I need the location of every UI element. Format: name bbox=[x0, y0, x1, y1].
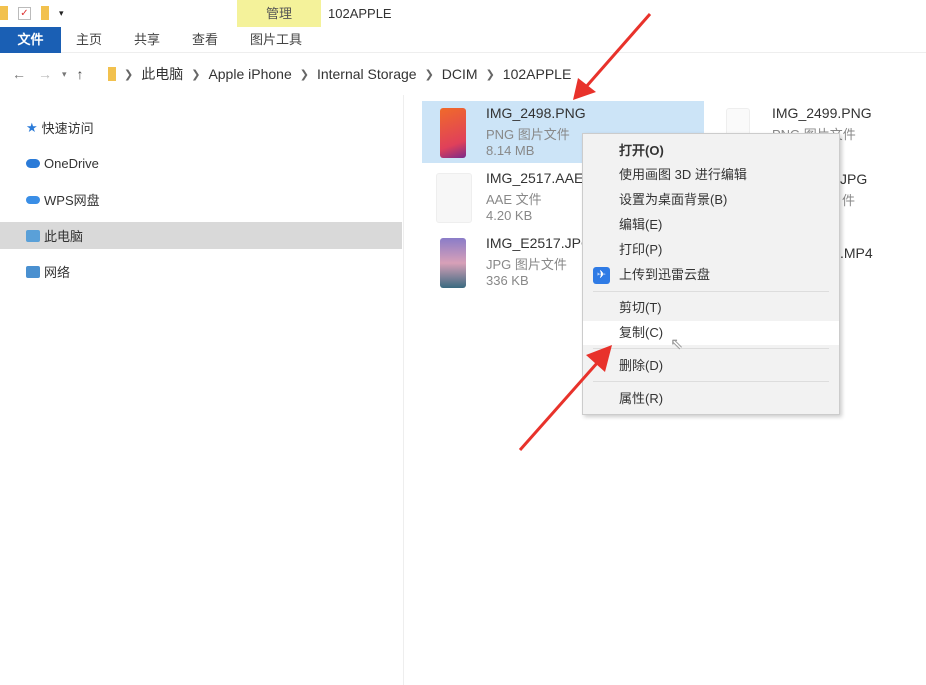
partial-file-name[interactable]: .MP4 bbox=[840, 245, 873, 261]
recent-dropdown-icon[interactable]: ▾ bbox=[62, 69, 67, 80]
folder-icon[interactable] bbox=[0, 6, 8, 20]
menu-item-open[interactable]: 打开(O) bbox=[583, 139, 839, 163]
file-size: 4.20 KB bbox=[486, 208, 533, 223]
tab-file[interactable]: 文件 bbox=[0, 27, 61, 53]
menu-item-copy[interactable]: 复制(C) bbox=[583, 321, 839, 345]
crumb-102apple[interactable]: 102APPLE bbox=[503, 66, 572, 82]
mouse-cursor-icon: ⇖ bbox=[670, 336, 684, 353]
sidebar-item-quick-access[interactable]: ★ 快速访问 bbox=[0, 114, 402, 141]
tab-picture-tools[interactable]: 图片工具 bbox=[250, 27, 302, 53]
menu-item-upload-xunlei[interactable]: ✈ 上传到迅雷云盘 bbox=[583, 263, 839, 287]
sidebar-item-this-pc[interactable]: 此电脑 bbox=[0, 222, 402, 249]
crumb-dcim[interactable]: DCIM bbox=[442, 66, 478, 82]
chevron-right-icon: ❯ bbox=[191, 68, 201, 81]
file-size: 8.14 MB bbox=[486, 143, 535, 158]
file-name: IMG_2498.PNG bbox=[486, 105, 586, 121]
file-name: IMG_E2517.JPG bbox=[486, 235, 592, 251]
chevron-right-icon: ❯ bbox=[485, 68, 495, 81]
image-thumbnail bbox=[440, 238, 466, 288]
chevron-right-icon: ❯ bbox=[299, 68, 309, 81]
tab-share[interactable]: 共享 bbox=[134, 27, 160, 53]
new-folder-icon[interactable] bbox=[41, 6, 49, 20]
crumb-internal-storage[interactable]: Internal Storage bbox=[317, 66, 417, 82]
pane-divider[interactable] bbox=[403, 95, 404, 685]
file-name: IMG_2499.PNG bbox=[772, 105, 872, 121]
quick-access-toolbar: ✓ ▾ bbox=[0, 4, 64, 22]
file-size: 336 KB bbox=[486, 273, 529, 288]
sidebar-item-label: 网络 bbox=[44, 265, 71, 280]
cloud-icon bbox=[26, 159, 40, 168]
forward-icon[interactable]: → bbox=[38, 66, 52, 82]
file-type: AAE 文件 bbox=[486, 192, 542, 207]
sidebar-item-wps[interactable]: WPS网盘 bbox=[0, 186, 402, 213]
star-icon: ★ bbox=[26, 119, 38, 135]
menu-item-set-wallpaper[interactable]: 设置为桌面背景(B) bbox=[583, 188, 839, 212]
ribbon-tabs: 文件 主页 共享 查看 图片工具 bbox=[0, 27, 926, 53]
file-type: JPG 图片文件 bbox=[486, 257, 567, 272]
window-title: 102APPLE bbox=[328, 6, 392, 21]
menu-item-edit-paint3d[interactable]: 使用画图 3D 进行编辑 bbox=[583, 163, 839, 187]
back-icon[interactable]: ← bbox=[12, 66, 26, 82]
crumb-apple-iphone[interactable]: Apple iPhone bbox=[208, 66, 291, 82]
chevron-right-icon: ❯ bbox=[124, 68, 134, 81]
address-bar: ← → ▾ ↑ ❯ 此电脑 ❯ Apple iPhone ❯ Internal … bbox=[0, 60, 926, 88]
sidebar-item-onedrive[interactable]: OneDrive bbox=[0, 150, 402, 177]
up-icon[interactable]: ↑ bbox=[77, 66, 84, 82]
manage-context-tab[interactable]: 管理 bbox=[237, 0, 321, 27]
menu-separator bbox=[593, 381, 829, 382]
sidebar-item-label: 此电脑 bbox=[44, 229, 84, 244]
file-type: PNG 图片文件 bbox=[486, 127, 570, 142]
menu-item-edit[interactable]: 编辑(E) bbox=[583, 213, 839, 237]
menu-item-properties[interactable]: 属性(R) bbox=[583, 387, 839, 411]
sidebar-item-label: WPS网盘 bbox=[44, 193, 100, 208]
properties-icon[interactable]: ✓ bbox=[18, 6, 31, 20]
sidebar-item-label: 快速访问 bbox=[41, 121, 94, 136]
chevron-right-icon: ❯ bbox=[424, 68, 434, 81]
menu-separator bbox=[593, 348, 829, 349]
network-icon bbox=[26, 265, 40, 278]
partial-file-name[interactable]: JPG bbox=[840, 171, 867, 187]
file-name: IMG_2517.AAE bbox=[486, 170, 584, 186]
customize-dropdown-icon[interactable]: ▾ bbox=[59, 8, 64, 19]
wps-cloud-icon bbox=[26, 195, 40, 204]
menu-item-print[interactable]: 打印(P) bbox=[583, 238, 839, 262]
context-menu: 打开(O) 使用画图 3D 进行编辑 设置为桌面背景(B) 编辑(E) 打印(P… bbox=[582, 133, 840, 415]
partial-file-type: 件 bbox=[842, 193, 856, 208]
folder-icon bbox=[108, 67, 116, 81]
menu-item-delete[interactable]: 删除(D) bbox=[583, 354, 839, 378]
menu-item-cut[interactable]: 剪切(T) bbox=[583, 296, 839, 320]
tab-home[interactable]: 主页 bbox=[76, 27, 102, 53]
sidebar-item-label: OneDrive bbox=[44, 156, 99, 171]
tab-view[interactable]: 查看 bbox=[192, 27, 218, 53]
sidebar-item-network[interactable]: 网络 bbox=[0, 258, 402, 285]
file-icon bbox=[436, 173, 472, 223]
breadcrumb[interactable]: ❯ 此电脑 ❯ Apple iPhone ❯ Internal Storage … bbox=[108, 60, 571, 88]
image-thumbnail bbox=[440, 108, 466, 158]
crumb-this-pc[interactable]: 此电脑 bbox=[141, 64, 183, 84]
xunlei-icon: ✈ bbox=[593, 267, 610, 284]
menu-item-label: 上传到迅雷云盘 bbox=[619, 267, 711, 282]
computer-icon bbox=[26, 229, 40, 242]
menu-separator bbox=[593, 291, 829, 292]
